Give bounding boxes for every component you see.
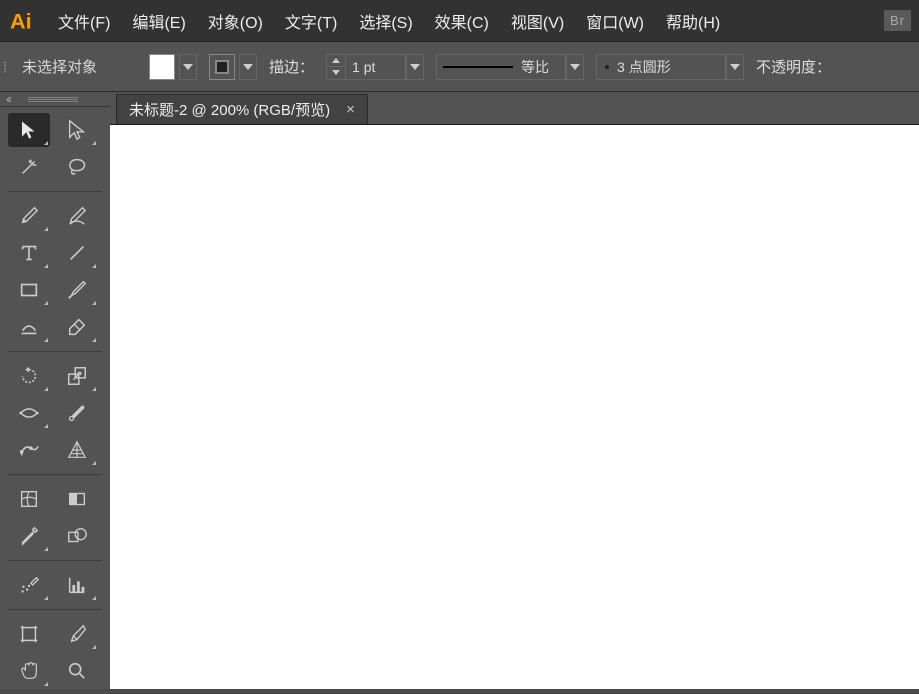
brush-dropdown[interactable] bbox=[726, 54, 744, 80]
stepper-down-icon[interactable] bbox=[327, 67, 345, 79]
menu-items: 文件(F) 编辑(E) 对象(O) 文字(T) 选择(S) 效果(C) 视图(V… bbox=[58, 9, 884, 33]
selection-status: 未选择对象 bbox=[22, 56, 97, 77]
fill-dropdown[interactable] bbox=[179, 54, 197, 80]
brush-definition: 3 点圆形 bbox=[596, 54, 744, 80]
tab-bar: 未标题-2 @ 200% (RGB/预览) × bbox=[110, 92, 919, 124]
bridge-button[interactable]: Br bbox=[884, 10, 911, 31]
profile-line-icon bbox=[443, 66, 513, 68]
width-tool[interactable] bbox=[8, 396, 50, 430]
menu-edit[interactable]: 编辑(E) bbox=[132, 9, 185, 33]
tools-panel: ‹‹ bbox=[0, 92, 110, 689]
menu-view[interactable]: 视图(V) bbox=[511, 9, 564, 33]
eraser-tool[interactable] bbox=[56, 310, 98, 344]
symbol-sprayer-tool[interactable] bbox=[8, 568, 50, 602]
stroke-value[interactable]: 1 pt bbox=[346, 54, 406, 80]
hand-tool[interactable] bbox=[8, 654, 50, 688]
curvature-tool[interactable] bbox=[56, 199, 98, 233]
puppet-warp-tool[interactable] bbox=[8, 433, 50, 467]
menu-effect[interactable]: 效果(C) bbox=[435, 9, 489, 33]
fill-control bbox=[149, 54, 197, 80]
shaper-tool[interactable] bbox=[8, 310, 50, 344]
lasso-tool[interactable] bbox=[56, 150, 98, 184]
document-area: 未标题-2 @ 200% (RGB/预览) × bbox=[110, 92, 919, 689]
pen-tool[interactable] bbox=[8, 199, 50, 233]
tools-grid bbox=[0, 107, 110, 694]
canvas[interactable] bbox=[110, 124, 919, 689]
type-tool[interactable] bbox=[8, 236, 50, 270]
collapse-icon[interactable]: ‹‹ bbox=[6, 92, 10, 106]
brush-text: 3 点圆形 bbox=[617, 57, 671, 77]
svg-text:Ai: Ai bbox=[10, 8, 32, 33]
artboard-tool[interactable] bbox=[8, 617, 50, 651]
rectangle-tool[interactable] bbox=[8, 273, 50, 307]
dot-icon bbox=[605, 65, 609, 69]
stroke-stepper[interactable] bbox=[326, 54, 346, 80]
mesh-tool[interactable] bbox=[8, 482, 50, 516]
document-tab[interactable]: 未标题-2 @ 200% (RGB/预览) × bbox=[116, 94, 368, 124]
stroke-profile: 等比 bbox=[436, 54, 584, 80]
direct-selection-tool[interactable] bbox=[56, 113, 98, 147]
profile-dropdown[interactable] bbox=[566, 54, 584, 80]
selection-tool[interactable] bbox=[8, 113, 50, 147]
slice-tool[interactable] bbox=[56, 617, 98, 651]
blend-tool[interactable] bbox=[56, 519, 98, 553]
menu-window[interactable]: 窗口(W) bbox=[586, 9, 644, 33]
stroke-profile-box[interactable]: 等比 bbox=[436, 54, 566, 80]
menu-type[interactable]: 文字(T) bbox=[285, 9, 337, 33]
control-bar: 未选择对象 描边： 1 pt 等比 3 点圆形 不透明度： bbox=[0, 42, 919, 92]
gradient-tool[interactable] bbox=[56, 482, 98, 516]
app-logo-icon: Ai bbox=[8, 6, 38, 36]
menu-bar: Ai 文件(F) 编辑(E) 对象(O) 文字(T) 选择(S) 效果(C) 视… bbox=[0, 0, 919, 42]
stroke-dropdown[interactable] bbox=[239, 54, 257, 80]
menu-select[interactable]: 选择(S) bbox=[359, 9, 412, 33]
scale-tool[interactable] bbox=[56, 359, 98, 393]
menu-file[interactable]: 文件(F) bbox=[58, 9, 110, 33]
fill-swatch[interactable] bbox=[149, 54, 175, 80]
stroke-swatch[interactable] bbox=[209, 54, 235, 80]
perspective-grid-tool[interactable] bbox=[56, 433, 98, 467]
tab-close-icon[interactable]: × bbox=[346, 101, 355, 118]
eyedropper-tool[interactable] bbox=[8, 519, 50, 553]
main-area: ‹‹ bbox=[0, 92, 919, 689]
rotate-tool[interactable] bbox=[8, 359, 50, 393]
profile-text: 等比 bbox=[521, 57, 549, 77]
menu-object[interactable]: 对象(O) bbox=[208, 9, 263, 33]
menu-help[interactable]: 帮助(H) bbox=[666, 9, 720, 33]
tab-title: 未标题-2 @ 200% (RGB/预览) bbox=[129, 99, 330, 120]
stroke-weight: 1 pt bbox=[326, 54, 424, 80]
brush-box[interactable]: 3 点圆形 bbox=[596, 54, 726, 80]
magic-wand-tool[interactable] bbox=[8, 150, 50, 184]
panel-header[interactable]: ‹‹ bbox=[0, 92, 110, 107]
stroke-weight-dropdown[interactable] bbox=[406, 54, 424, 80]
stroke-label: 描边： bbox=[269, 56, 314, 77]
line-tool[interactable] bbox=[56, 236, 98, 270]
opacity-label: 不透明度： bbox=[756, 56, 831, 77]
free-transform-tool[interactable] bbox=[56, 396, 98, 430]
stepper-up-icon[interactable] bbox=[327, 55, 345, 67]
grip-icon bbox=[28, 95, 78, 103]
zoom-tool[interactable] bbox=[56, 654, 98, 688]
column-graph-tool[interactable] bbox=[56, 568, 98, 602]
stroke-control bbox=[209, 54, 257, 80]
paintbrush-tool[interactable] bbox=[56, 273, 98, 307]
bar-handle-icon bbox=[4, 61, 6, 72]
